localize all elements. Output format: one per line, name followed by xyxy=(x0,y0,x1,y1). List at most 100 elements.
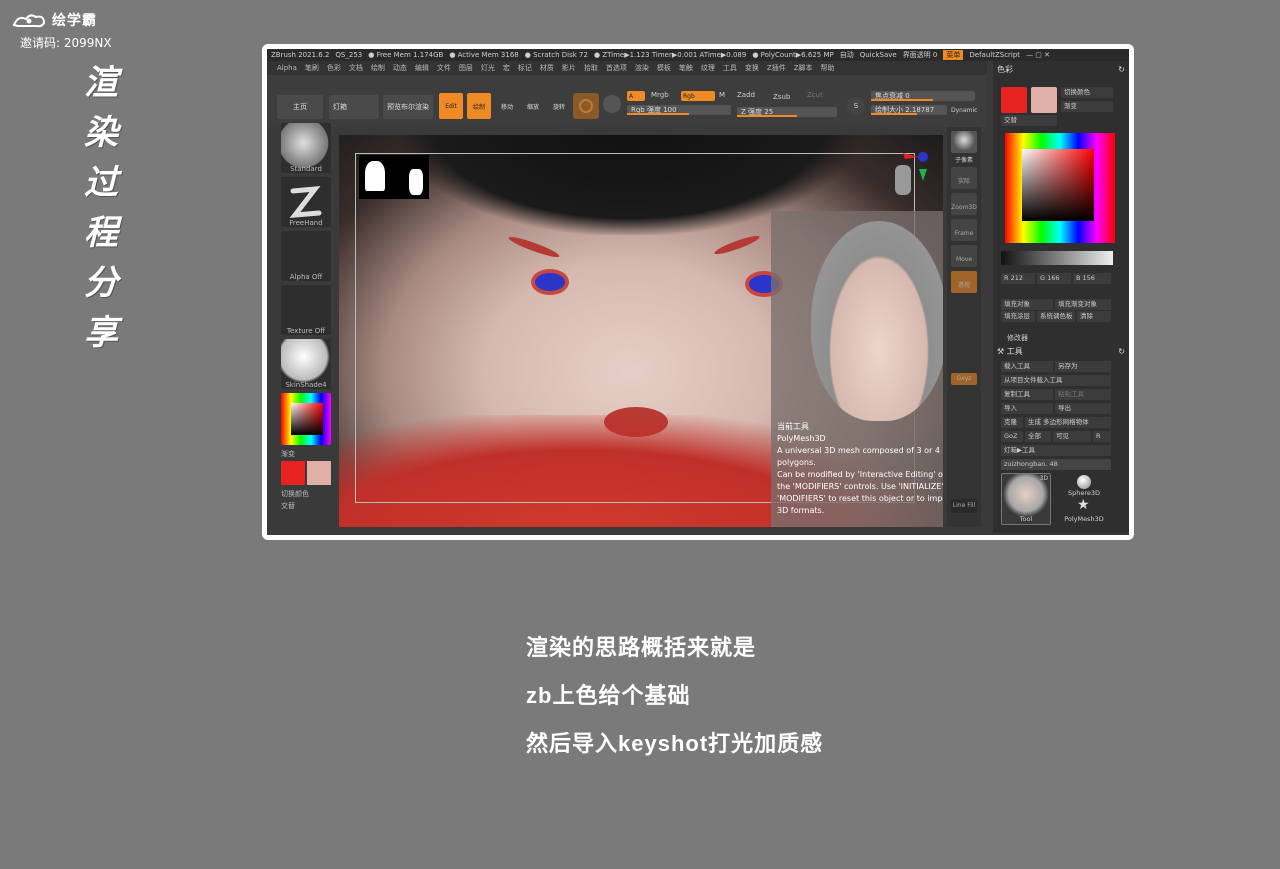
menu-item[interactable]: Z脚本 xyxy=(794,63,813,73)
scroll-button[interactable] xyxy=(951,131,977,153)
mini-color-picker[interactable] xyxy=(281,393,331,445)
paste-tool-button[interactable]: 粘贴工具 xyxy=(1055,389,1111,400)
menu-item[interactable]: 影片 xyxy=(562,63,576,73)
actual-button[interactable]: 实际 xyxy=(951,167,977,189)
save-as-button[interactable]: 另存为 xyxy=(1055,361,1111,372)
sphere-toggle-icon[interactable] xyxy=(603,95,621,113)
menu-item[interactable]: 编辑 xyxy=(415,63,429,73)
fill-object-button[interactable]: 填充对象 xyxy=(1001,299,1053,310)
dynamic-toggle[interactable]: Dynamic xyxy=(951,107,977,114)
menu-item[interactable]: 文件 xyxy=(437,63,451,73)
zadd-button[interactable]: Zadd xyxy=(737,91,755,99)
preview-render-button[interactable]: 预览布尔渲染 xyxy=(383,95,433,119)
m-button[interactable]: M xyxy=(719,91,725,99)
switch-color-label[interactable]: 切换颜色 xyxy=(277,489,335,499)
menu-item[interactable]: Z插件 xyxy=(767,63,786,73)
tool-panel-header[interactable]: ⚒ 工具 ↻ xyxy=(997,345,1125,357)
alternate-label[interactable]: 交替 xyxy=(277,501,335,511)
r-button[interactable]: R xyxy=(1093,431,1111,442)
tool-thumbnail[interactable]: 3D Tool xyxy=(1001,473,1051,525)
menu-item[interactable]: 笔触 xyxy=(679,63,693,73)
viewport-canvas[interactable]: 当前工具 PolyMesh3D A universal 3D mesh comp… xyxy=(339,135,943,527)
menu-item[interactable]: 绘制 xyxy=(371,63,385,73)
color-picker-square[interactable] xyxy=(1022,149,1094,221)
rgb-button[interactable]: Rgb xyxy=(681,91,715,101)
fill-gradient-button[interactable]: 填充渐变对象 xyxy=(1055,299,1111,310)
scale-button[interactable]: 缩放 xyxy=(521,93,545,119)
menu-item[interactable]: 笔刷 xyxy=(305,63,319,73)
zsub-button[interactable]: Zsub xyxy=(773,93,790,101)
system-palette-button[interactable]: 系统调色板 xyxy=(1037,311,1075,322)
home-button[interactable]: 主页 xyxy=(277,95,323,119)
menu-button[interactable]: 菜单 xyxy=(943,50,964,60)
menu-item[interactable]: 拾取 xyxy=(584,63,598,73)
rotate-button[interactable]: 旋转 xyxy=(547,93,571,119)
mrgb-button[interactable]: Mrgb xyxy=(651,91,669,99)
menu-item[interactable]: 色彩 xyxy=(327,63,341,73)
color-picker[interactable] xyxy=(1005,133,1115,243)
clear-button[interactable]: 清除 xyxy=(1077,311,1111,322)
copy-tool-button[interactable]: 复制工具 xyxy=(1001,389,1053,400)
modifiers-label[interactable]: 修改器 xyxy=(1007,333,1028,343)
menu-item[interactable]: 宏 xyxy=(503,63,510,73)
menu-item[interactable]: 标记 xyxy=(518,63,532,73)
load-tool-button[interactable]: 载入工具 xyxy=(1001,361,1053,372)
zcut-button[interactable]: Zcut xyxy=(807,91,823,99)
a-button[interactable]: A xyxy=(627,91,645,101)
edit-button[interactable]: Edit xyxy=(439,93,463,119)
move-view-button[interactable]: Move xyxy=(951,245,977,267)
make-polymesh-button[interactable]: 生成 多边形网格物体 xyxy=(1025,417,1111,428)
window-controls[interactable]: — ▢ ✕ xyxy=(1026,51,1050,59)
all-button[interactable]: 全部 xyxy=(1025,431,1051,442)
export-button[interactable]: 导出 xyxy=(1055,403,1111,414)
menu-item[interactable]: 动态 xyxy=(393,63,407,73)
menu-item[interactable]: 工具 xyxy=(723,63,737,73)
perspective-button[interactable]: 透视 xyxy=(951,271,977,293)
lightbox-tools-button[interactable]: 灯箱▶工具 xyxy=(1001,445,1111,456)
menu-item[interactable]: 变换 xyxy=(745,63,759,73)
menu-item[interactable]: 纹理 xyxy=(701,63,715,73)
clone-button[interactable]: 克隆 xyxy=(1001,417,1023,428)
main-color-swatch[interactable] xyxy=(281,461,305,485)
color-panel-header[interactable]: 色彩 ↻ xyxy=(997,63,1125,75)
menu-item[interactable]: 首选项 xyxy=(606,63,627,73)
secondary-color-swatch[interactable] xyxy=(307,461,331,485)
menu-item[interactable]: 灯光 xyxy=(481,63,495,73)
current-tool-slider[interactable]: zuizhongban. 48 xyxy=(1001,459,1111,470)
frame-button[interactable]: Frame xyxy=(951,219,977,241)
rgb-intensity-slider[interactable]: Rgb 强度 100 xyxy=(627,105,731,115)
switch-color-button[interactable]: 切换颜色 xyxy=(1061,87,1113,98)
menu-item[interactable]: Alpha xyxy=(277,64,297,72)
load-from-project-button[interactable]: 从项目文件载入工具 xyxy=(1001,375,1111,386)
red-value[interactable]: R 212 xyxy=(1001,273,1035,284)
symmetry-icon[interactable]: S xyxy=(847,97,865,115)
quicksave-button[interactable]: QuickSave xyxy=(860,51,897,59)
line-fill-button[interactable]: Line Fill xyxy=(951,499,977,513)
menu-item[interactable]: 图层 xyxy=(459,63,473,73)
subpixel-label[interactable]: 子像素 xyxy=(947,155,981,164)
z-intensity-slider[interactable]: Z 强度 25 xyxy=(737,107,837,117)
gxyz-button[interactable]: Gxyz xyxy=(951,373,977,385)
sphere3d-thumbnail[interactable]: Sphere3D xyxy=(1057,473,1111,497)
secondary-color[interactable] xyxy=(1031,87,1057,113)
goz-button[interactable]: GoZ xyxy=(1001,431,1023,442)
focal-shift-slider[interactable]: 焦点衰减 0 xyxy=(871,91,975,101)
draw-button[interactable]: 绘制 xyxy=(467,93,491,119)
green-value[interactable]: G 166 xyxy=(1037,273,1071,284)
menu-item[interactable]: 模板 xyxy=(657,63,671,73)
blue-value[interactable]: B 156 xyxy=(1073,273,1111,284)
fill-layer-button[interactable]: 填充涂层 xyxy=(1001,311,1035,322)
material-swatch-icon[interactable] xyxy=(573,93,599,119)
title-item[interactable]: 自动 xyxy=(840,50,854,60)
default-zscript-button[interactable]: DefaultZScript xyxy=(969,51,1020,59)
grayscale-bar[interactable] xyxy=(1001,251,1113,265)
zoom3d-button[interactable]: Zoom3D xyxy=(951,193,977,215)
menu-item[interactable]: 渲染 xyxy=(635,63,649,73)
import-button[interactable]: 导入 xyxy=(1001,403,1053,414)
gradient-button[interactable]: 渐变 xyxy=(1061,101,1113,112)
reset-icon[interactable]: ↻ xyxy=(1118,65,1125,74)
visible-button[interactable]: 可见 xyxy=(1053,431,1091,442)
menu-item[interactable]: 材质 xyxy=(540,63,554,73)
polymesh3d-thumbnail[interactable]: ★ PolyMesh3D xyxy=(1057,497,1111,525)
ui-transparency[interactable]: 界面透明 0 xyxy=(903,50,938,60)
